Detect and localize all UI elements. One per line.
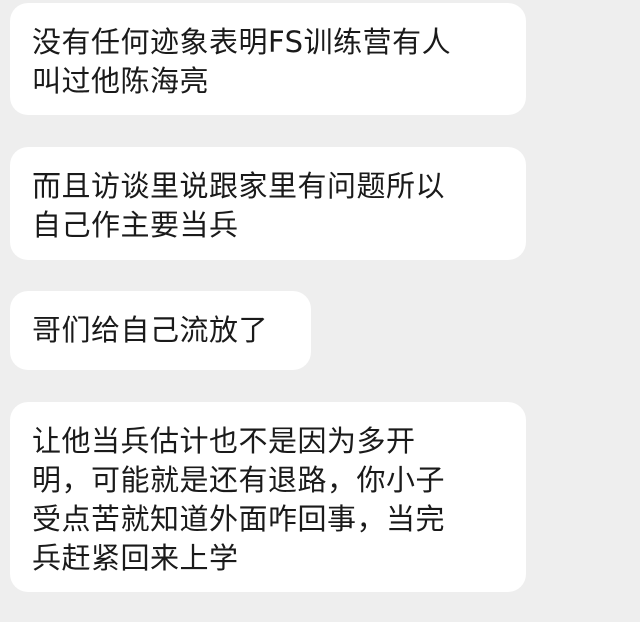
message-bubble[interactable]: 让他当兵估计也不是因为多开 明，可能就是还有退路，你小子 受点苦就知道外面咋回事… [10, 402, 526, 592]
message-bubble[interactable]: 没有任何迹象表明FS训练营有人 叫过他陈海亮 [10, 3, 526, 115]
message-text-line: 没有任何迹象表明FS训练营有人 [32, 25, 452, 59]
message-text-line: 受点苦就知道外面咋回事，当完 [32, 502, 446, 536]
message-text-line: 而且访谈里说跟家里有问题所以 [32, 169, 446, 203]
message-text-line: 明，可能就是还有退路，你小子 [32, 463, 446, 497]
message-text-line: 兵赶紧回来上学 [32, 541, 239, 575]
message-text-line: 哥们给自己流放了 [32, 313, 269, 347]
message-text-line: 叫过他陈海亮 [32, 64, 210, 98]
message-bubble[interactable]: 而且访谈里说跟家里有问题所以 自己作主要当兵 [10, 147, 526, 260]
message-bubble[interactable]: 哥们给自己流放了 [10, 291, 311, 370]
chat-message-list[interactable]: 没有任何迹象表明FS训练营有人 叫过他陈海亮 而且访谈里说跟家里有问题所以 自己… [0, 0, 640, 622]
message-text-line: 自己作主要当兵 [32, 208, 239, 242]
message-text-line: 让他当兵估计也不是因为多开 [32, 424, 416, 458]
